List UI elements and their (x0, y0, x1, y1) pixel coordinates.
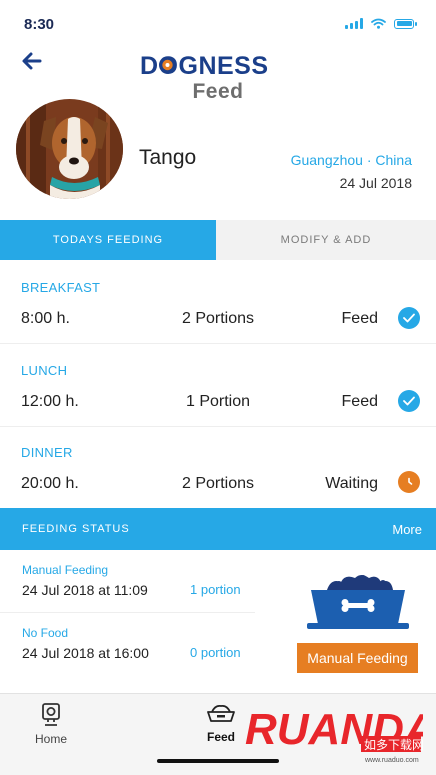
log-portion: 1 portion (190, 582, 241, 597)
nav-label-feed: Feed (206, 730, 235, 744)
tab-todays-feeding[interactable]: TODAYS FEEDING (0, 220, 216, 260)
status-time: 8:30 (24, 16, 55, 33)
meal-time: 8:00 h. (21, 310, 70, 327)
feeding-status-title: FEEDING STATUS (22, 523, 130, 535)
feed-tabs: TODAYS FEEDING MODIFY & ADD (0, 220, 436, 260)
meal-row-lunch[interactable]: LUNCH 12:00 h. 1 Portion Feed (0, 344, 436, 426)
nav-item-feed[interactable]: Feed (186, 702, 256, 744)
bowl-icon (207, 704, 235, 722)
tab-modify-add[interactable]: MODIFY & ADD (216, 220, 436, 260)
status-icons (345, 18, 417, 29)
log-portion: 0 portion (190, 645, 241, 660)
meal-name: DINNER (21, 445, 73, 460)
more-link[interactable]: More (392, 522, 422, 537)
log-date: 24 Jul 2018 at 16:00 (22, 645, 149, 661)
signal-icon (345, 18, 363, 29)
nav-label-home: Home (34, 732, 67, 746)
feeding-log-entry[interactable]: Manual Feeding 24 Jul 2018 at 11:09 1 po… (0, 550, 255, 612)
meal-name: BREAKFAST (21, 280, 101, 295)
arrow-left-icon (22, 52, 42, 70)
meal-row-dinner[interactable]: DINNER 20:00 h. 2 Portions Waiting (0, 427, 436, 507)
feeding-log-entry[interactable]: No Food 24 Jul 2018 at 16:00 0 portion (0, 613, 255, 675)
meal-time: 12:00 h. (21, 393, 79, 410)
camera-icon (42, 703, 60, 726)
food-bowl-icon (305, 572, 411, 630)
log-type: No Food (22, 626, 69, 640)
wifi-icon (371, 18, 386, 29)
meal-status: Waiting (325, 475, 378, 492)
pet-date: 24 Jul 2018 (339, 175, 412, 191)
meal-status: Feed (341, 310, 378, 327)
pet-name: Tango (139, 146, 197, 169)
back-button[interactable] (18, 48, 48, 74)
meal-name: LUNCH (21, 363, 68, 378)
feeding-status-header: FEEDING STATUS More (0, 508, 436, 550)
check-circle-icon[interactable] (398, 307, 420, 329)
battery-icon (394, 18, 417, 29)
manual-feeding-button[interactable]: Manual Feeding (297, 643, 418, 673)
pet-location[interactable]: Guangzhou · China (291, 152, 412, 168)
log-type: Manual Feeding (22, 563, 109, 577)
pet-avatar[interactable] (16, 99, 123, 199)
home-indicator (157, 759, 279, 763)
meal-time: 20:00 h. (21, 475, 79, 492)
meal-status: Feed (341, 393, 378, 410)
check-circle-icon[interactable] (398, 390, 420, 412)
clock-icon[interactable] (398, 471, 420, 493)
meal-row-breakfast[interactable]: BREAKFAST 8:00 h. 2 Portions Feed (0, 260, 436, 343)
dogness-logo: DOGNESS (140, 52, 295, 78)
nav-item-home[interactable]: Home (16, 702, 86, 746)
status-bar: 8:30 (0, 0, 436, 44)
log-date: 24 Jul 2018 at 11:09 (22, 582, 148, 598)
